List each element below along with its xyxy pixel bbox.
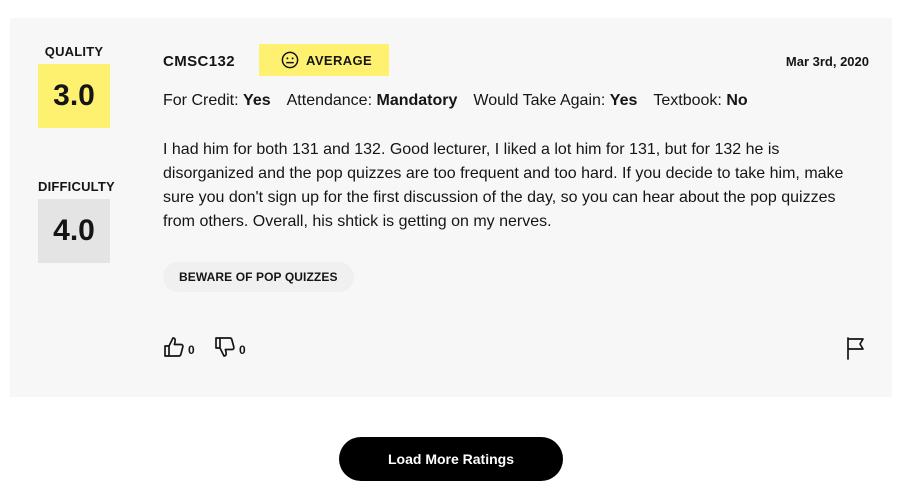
quality-score: 3.0 (38, 64, 110, 128)
rating-card: QUALITY 3.0 DIFFICULTY 4.0 CMSC132 AVERA… (10, 18, 892, 397)
load-more-ratings-button[interactable]: Load More Ratings (339, 437, 563, 481)
meta-for-credit: For Credit: Yes (163, 92, 271, 109)
thumbs-down-button[interactable]: 0 (214, 336, 246, 358)
quality-label: QUALITY (44, 44, 104, 59)
meta-would-take-again: Would Take Again: Yes (473, 92, 638, 109)
thumbs-up-button[interactable]: 0 (163, 336, 195, 358)
rating-meta: For Credit: Yes Attendance: Mandatory Wo… (163, 92, 869, 110)
difficulty-score: 4.0 (38, 199, 110, 263)
rating-scores: QUALITY 3.0 DIFFICULTY 4.0 (38, 44, 115, 263)
thumbs-down-icon (215, 337, 235, 357)
emotion-label: AVERAGE (306, 52, 373, 68)
rating-date: Mar 3rd, 2020 (785, 54, 869, 69)
meta-textbook: Textbook: No (653, 92, 748, 109)
course-code: CMSC132 (163, 53, 235, 70)
meta-attendance: Attendance: Mandatory (286, 92, 458, 109)
difficulty-label: DIFFICULTY (38, 179, 115, 194)
neutral-face-icon (281, 51, 299, 69)
rating-content: CMSC132 AVERAGE Mar 3rd, 2020 For Credit… (163, 44, 869, 366)
rating-header: CMSC132 AVERAGE Mar 3rd, 2020 (163, 44, 869, 76)
flag-icon (847, 337, 864, 360)
rating-tag: BEWARE OF POP QUIZZES (163, 262, 354, 292)
thumbs-up-count: 0 (188, 343, 195, 357)
rating-footer: 0 0 (163, 336, 869, 366)
emotion-badge: AVERAGE (259, 44, 389, 76)
report-flag-button[interactable] (845, 336, 867, 365)
thumbs-down-count: 0 (239, 343, 246, 357)
thumbs-up-icon (164, 337, 184, 357)
rating-comment: I had him for both 131 and 132. Good lec… (163, 141, 844, 230)
